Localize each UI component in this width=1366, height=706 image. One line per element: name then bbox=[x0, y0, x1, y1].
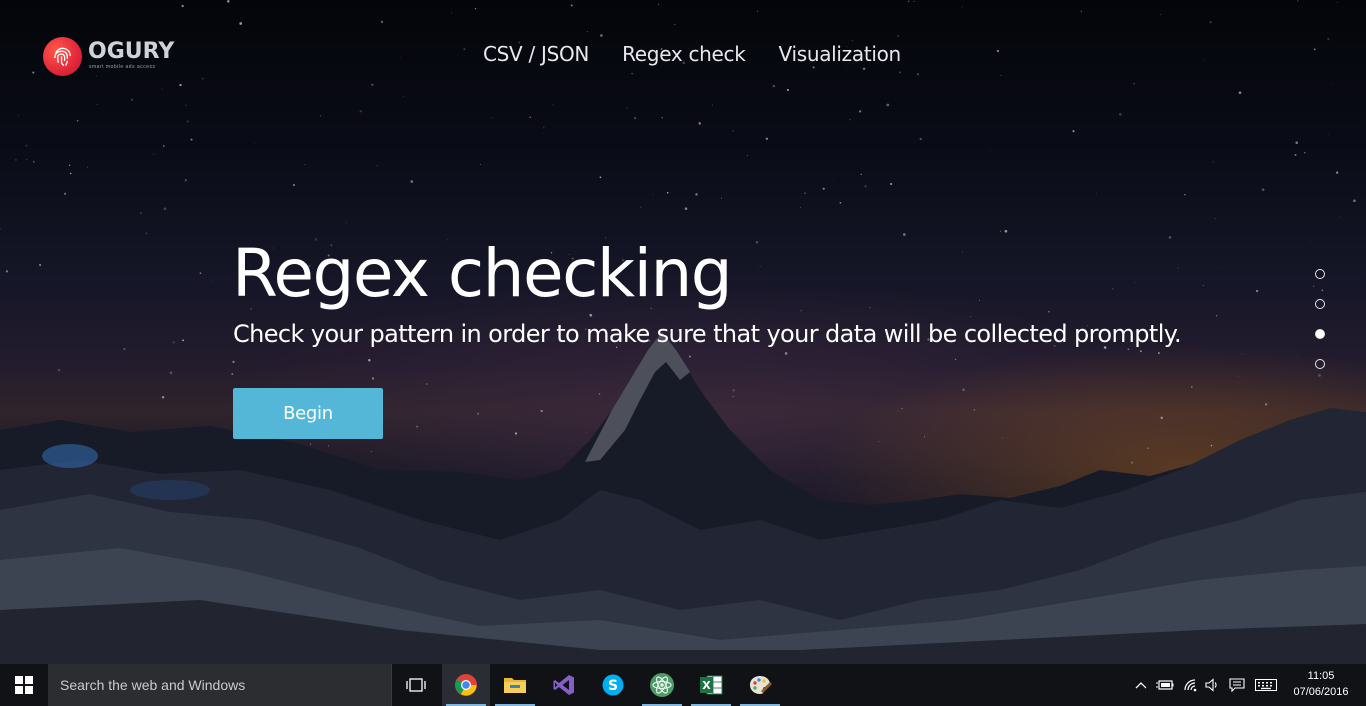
file-explorer-icon bbox=[504, 678, 526, 693]
nav-visualization[interactable]: Visualization bbox=[779, 42, 902, 66]
task-view-icon bbox=[406, 678, 426, 692]
windows-taskbar: S X bbox=[0, 664, 1366, 706]
show-hidden-icons-button[interactable] bbox=[1132, 664, 1150, 706]
clock-time: 11:05 bbox=[1307, 670, 1335, 682]
pagination-dot-2[interactable] bbox=[1315, 299, 1325, 309]
logo-tagline: smart mobile ads access bbox=[89, 64, 156, 70]
page-subtitle: Check your pattern in order to make sure… bbox=[233, 320, 1182, 348]
skype-icon: S bbox=[602, 674, 624, 696]
speaker-icon bbox=[1205, 678, 1217, 692]
taskbar-clock[interactable]: 11:05 07/06/2016 bbox=[1287, 668, 1355, 700]
notification-icon bbox=[1229, 678, 1245, 692]
taskbar-paint[interactable] bbox=[736, 664, 784, 706]
pagination-dot-3-active[interactable] bbox=[1315, 329, 1325, 339]
section-pagination bbox=[1315, 269, 1325, 389]
battery-tray-button[interactable] bbox=[1154, 664, 1176, 706]
taskbar-chrome[interactable] bbox=[442, 664, 490, 706]
visual-studio-icon bbox=[553, 675, 574, 695]
network-tray-button[interactable] bbox=[1180, 664, 1202, 706]
fingerprint-logo-icon bbox=[43, 37, 82, 76]
task-view-button[interactable] bbox=[392, 664, 440, 706]
taskbar-file-explorer[interactable] bbox=[491, 664, 539, 706]
volume-tray-button[interactable] bbox=[1202, 664, 1224, 706]
chrome-icon bbox=[455, 674, 477, 696]
wifi-icon bbox=[1184, 679, 1197, 692]
main-nav: CSV / JSON Regex check Visualization bbox=[483, 42, 901, 66]
begin-button[interactable]: Begin bbox=[233, 388, 383, 439]
touch-keyboard-button[interactable] bbox=[1252, 664, 1280, 706]
excel-icon: X bbox=[700, 675, 723, 695]
clock-date: 07/06/2016 bbox=[1293, 686, 1349, 698]
logo-wordmark: OGURY bbox=[88, 39, 175, 64]
windows-logo-icon bbox=[15, 676, 33, 694]
start-button[interactable] bbox=[0, 664, 48, 706]
paint-icon bbox=[750, 676, 772, 694]
svg-text:S: S bbox=[608, 678, 618, 694]
taskbar-atom[interactable] bbox=[638, 664, 686, 706]
search-input[interactable] bbox=[48, 664, 391, 706]
action-center-button[interactable] bbox=[1226, 664, 1248, 706]
taskbar-excel[interactable]: X bbox=[687, 664, 735, 706]
pagination-dot-4[interactable] bbox=[1315, 359, 1325, 369]
ogury-logo[interactable]: OGURY smart mobile ads access bbox=[43, 37, 193, 77]
battery-icon bbox=[1156, 680, 1174, 690]
atom-icon bbox=[650, 673, 674, 697]
svg-text:X: X bbox=[702, 679, 711, 692]
nav-regex-check[interactable]: Regex check bbox=[622, 42, 746, 66]
keyboard-icon bbox=[1255, 679, 1277, 691]
taskbar-search[interactable] bbox=[48, 664, 392, 706]
taskbar-skype[interactable]: S bbox=[589, 664, 637, 706]
pagination-dot-1[interactable] bbox=[1315, 269, 1325, 279]
chevron-up-icon bbox=[1135, 682, 1147, 689]
page-title: Regex checking bbox=[232, 235, 733, 312]
taskbar-visual-studio[interactable] bbox=[540, 664, 588, 706]
nav-csv-json[interactable]: CSV / JSON bbox=[483, 42, 589, 66]
